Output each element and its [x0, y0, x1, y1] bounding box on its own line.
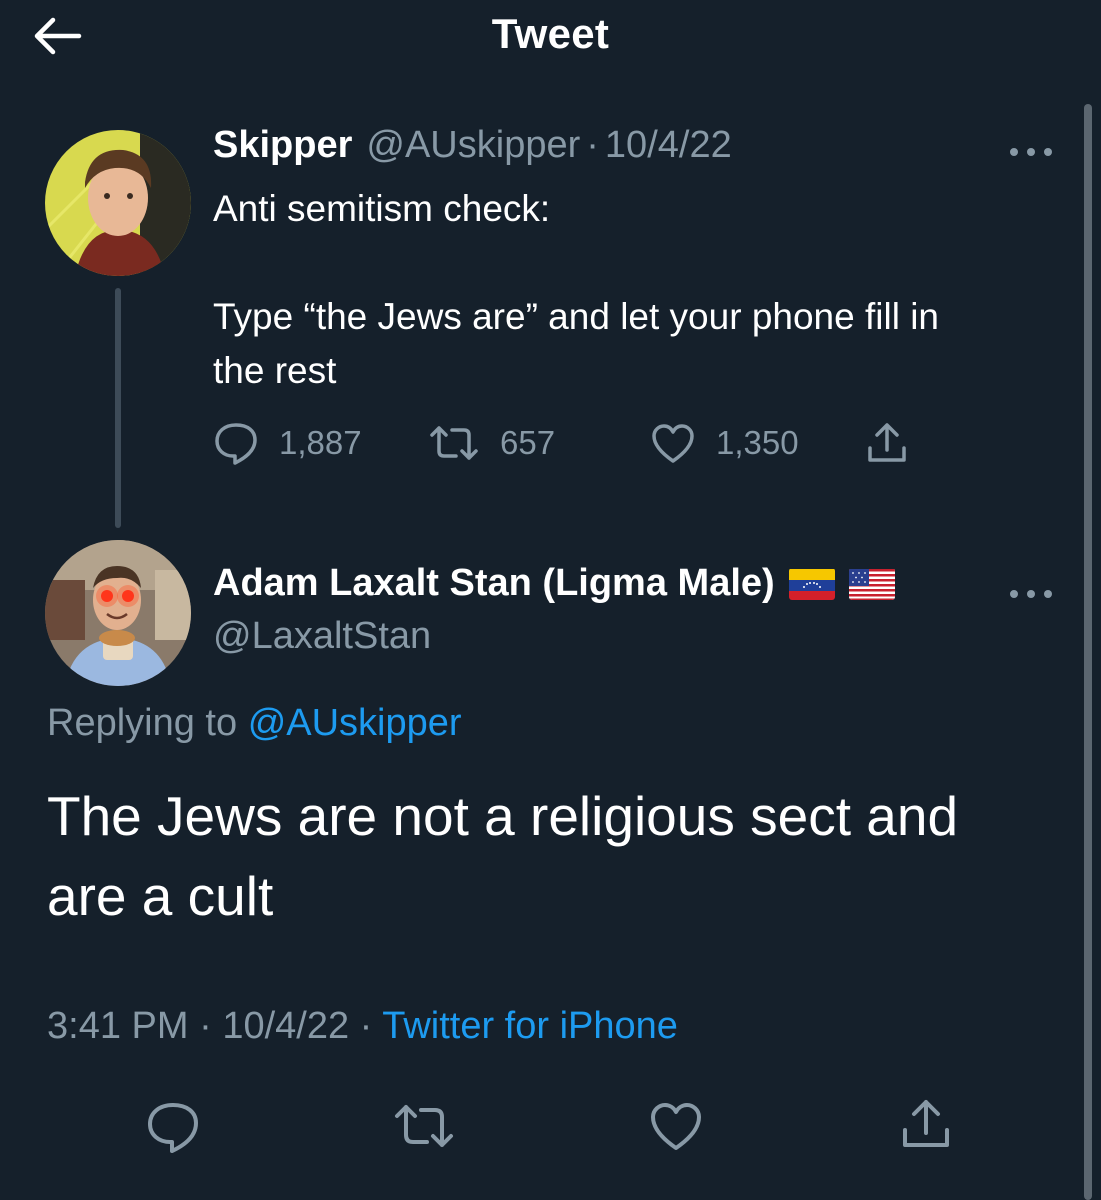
retweet-icon — [430, 426, 478, 460]
reply-button[interactable] — [145, 1100, 201, 1159]
retweet-count: 657 — [500, 424, 556, 461]
author-handle[interactable]: @LaxaltStan — [213, 615, 431, 658]
more-options-button[interactable] — [1008, 578, 1054, 601]
share-button[interactable] — [864, 418, 930, 468]
tweet-date[interactable]: 10/4/22 — [222, 1005, 349, 1047]
tweet-meta: 3:41 PM · 10/4/22 · Twitter for iPhone — [47, 1005, 678, 1048]
tweet-text-line: the rest — [213, 350, 337, 391]
separator: · — [586, 124, 599, 166]
reply-icon — [215, 423, 257, 465]
replying-label: Replying to — [47, 702, 238, 744]
more-options-button[interactable] — [1008, 136, 1054, 159]
replying-to: Replying to @AUskipper — [47, 702, 462, 745]
venezuela-flag-icon — [788, 568, 835, 600]
share-icon — [868, 423, 906, 462]
tweet-date[interactable]: 10/4/22 — [605, 124, 732, 167]
reply-count: 1,887 — [279, 424, 362, 461]
more-horizontal-icon — [1010, 148, 1052, 156]
avatar-skipper[interactable] — [45, 130, 191, 276]
author-handle[interactable]: @AUskipper — [366, 124, 580, 167]
us-flag-icon — [848, 568, 895, 600]
tweet-text-line — [213, 236, 1073, 290]
avatar-laxaltstan[interactable] — [45, 540, 191, 686]
like-button[interactable] — [648, 1100, 704, 1157]
tweet-source-link[interactable]: Twitter for iPhone — [382, 1005, 678, 1047]
tweet2-author-row: Adam Laxalt Stan (Ligma Male) — [213, 562, 895, 605]
tweet-text-line: Type “the Jews are” and let your phone f… — [213, 296, 939, 337]
tweet-text-line: The Jews are not a religious sect and — [47, 785, 959, 847]
separator: · — [199, 1005, 212, 1047]
author-name[interactable]: Skipper — [213, 124, 352, 167]
avatar-image — [45, 540, 191, 686]
tweet-time[interactable]: 3:41 PM — [47, 1005, 189, 1047]
retweet-button[interactable]: 657 — [428, 418, 555, 468]
avatar-image — [45, 130, 191, 276]
reply-button[interactable]: 1,887 — [213, 418, 362, 468]
separator: · — [359, 1005, 373, 1047]
share-icon — [903, 1100, 949, 1147]
tweet1-text: Anti semitism check: Type “the Jews are”… — [213, 182, 1073, 398]
like-count: 1,350 — [716, 424, 799, 461]
page-title: Tweet — [491, 10, 610, 57]
tweet1-header: Skipper @AUskipper · 10/4/22 — [213, 124, 732, 167]
thread-line — [115, 288, 121, 528]
author-name[interactable]: Adam Laxalt Stan (Ligma Male) — [213, 562, 775, 605]
retweet-button[interactable] — [393, 1102, 455, 1155]
tweet-text-line: Anti semitism check: — [213, 188, 551, 229]
heart-icon — [652, 424, 694, 463]
tweet2-text: The Jews are not a religious sect and ar… — [47, 776, 1057, 936]
retweet-icon — [395, 1105, 453, 1147]
more-horizontal-icon — [1010, 590, 1052, 598]
replying-handle-link[interactable]: @AUskipper — [248, 702, 462, 744]
share-button[interactable] — [898, 1096, 954, 1157]
reply-icon — [148, 1103, 198, 1153]
tweet-text-line: are a cult — [47, 865, 274, 927]
heart-icon — [651, 1103, 701, 1150]
like-button[interactable]: 1,350 — [650, 418, 799, 468]
scrollbar[interactable] — [1084, 104, 1092, 1200]
